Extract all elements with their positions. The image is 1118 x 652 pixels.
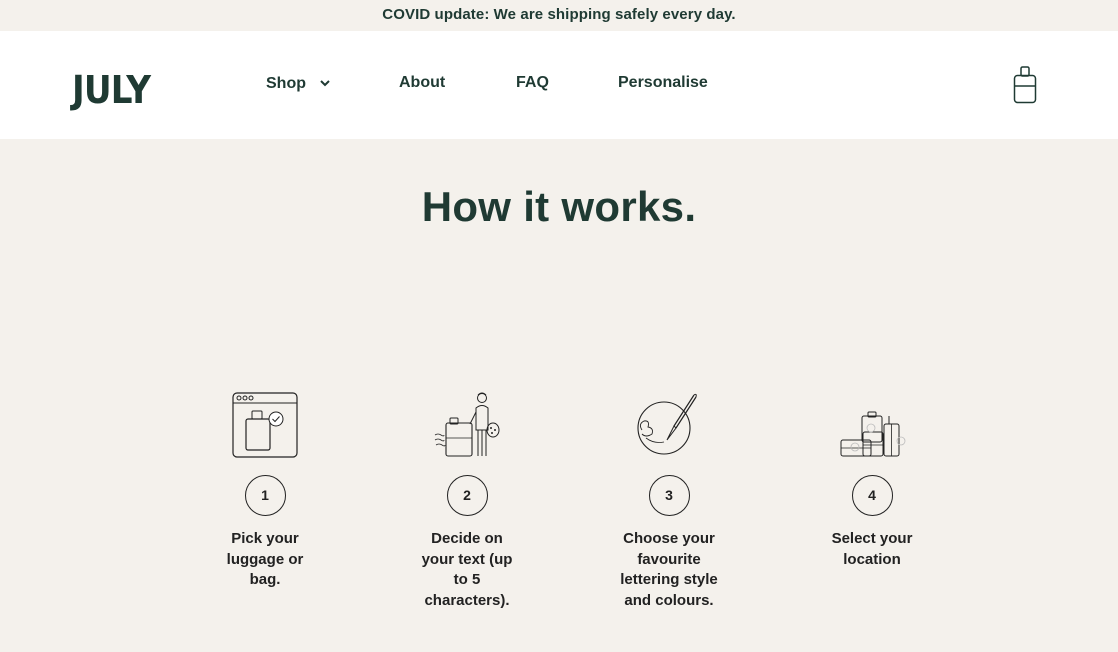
step-1: 1 Pick your luggage or bag.	[185, 390, 345, 591]
nav-personalise[interactable]: Personalise	[618, 74, 708, 92]
announcement-bar: COVID update: We are shipping safely eve…	[0, 0, 1118, 31]
nav-faq[interactable]: FAQ	[516, 74, 549, 92]
paint-palette-brush-icon	[637, 393, 697, 455]
step-description: Decide on your text (up to 5 characters)…	[421, 530, 513, 609]
nav-about[interactable]: About	[399, 74, 445, 92]
step-description: Pick your luggage or bag.	[226, 530, 304, 588]
cart-button[interactable]	[1013, 66, 1038, 109]
luggage-cart-icon	[1013, 66, 1037, 104]
step-description: Choose your favourite lettering style an…	[620, 530, 718, 609]
step-number: 2	[446, 475, 488, 516]
step-2: 2 Decide on your text (up to 5 character…	[387, 390, 547, 611]
step-number: 1	[244, 475, 286, 516]
nav-shop[interactable]: Shop	[266, 74, 331, 93]
step-3: 3 Choose your favourite lettering style …	[589, 390, 749, 611]
luggage-set-icon	[840, 411, 906, 457]
july-logo[interactable]: JULY	[72, 68, 151, 112]
nav-shop-label: Shop	[266, 75, 306, 92]
chevron-down-icon	[320, 74, 331, 92]
page-title: How it works.	[421, 183, 697, 230]
site-header: JULY Shop About FAQ Personalise	[0, 31, 1118, 139]
person-painting-luggage-icon	[434, 392, 500, 457]
browser-luggage-select-icon	[232, 392, 298, 458]
step-4: 4 Select your location	[792, 390, 952, 570]
step-number: 4	[851, 475, 893, 516]
step-description: Select your location	[831, 530, 913, 568]
step-number: 3	[648, 475, 690, 516]
